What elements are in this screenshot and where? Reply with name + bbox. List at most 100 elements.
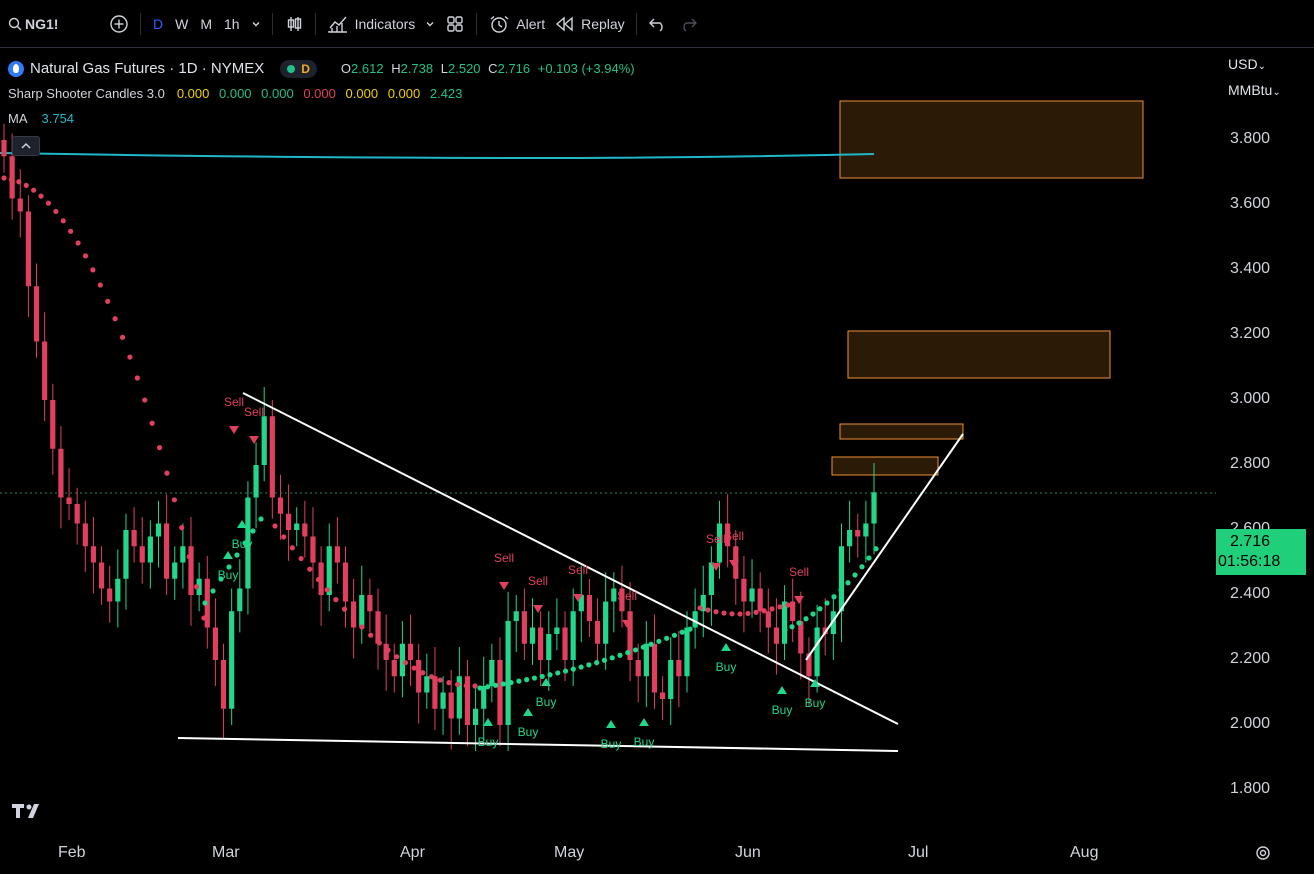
trend-dot [68, 228, 74, 234]
trend-dot [671, 632, 678, 638]
trend-dot [500, 681, 506, 687]
candle-body [269, 416, 275, 498]
trend-dot [350, 615, 356, 621]
indicator-value: 0.000 [345, 86, 379, 101]
zone-rectangle[interactable] [831, 456, 939, 476]
indicators-dropdown[interactable] [420, 7, 440, 41]
trend-dot [82, 253, 89, 259]
indicator-legend-row[interactable]: Sharp Shooter Candles 3.0 0.000 0.000 0.… [8, 81, 639, 106]
time-label: Mar [212, 844, 240, 861]
indicator-value: 0.000 [261, 86, 294, 101]
trend-dot [664, 635, 670, 641]
price-chart[interactable]: SellSellSellSellSellSellSellSellSellBuyB… [0, 48, 1216, 836]
indicator-values: 0.000 0.000 0.000 0.000 0.000 0.000 2.42… [165, 86, 463, 101]
sell-signal-label: Sell [617, 589, 637, 603]
candle-body [432, 676, 438, 709]
market-status-pill[interactable]: D [280, 59, 317, 78]
trend-dot [376, 640, 382, 646]
indicators-button[interactable]: Indicators [322, 7, 421, 41]
time-label: Feb [58, 844, 86, 861]
trend-dot [281, 534, 287, 540]
trend-dot [656, 638, 662, 644]
support-trend-line[interactable] [177, 737, 899, 752]
candle-body [594, 621, 601, 644]
alarm-clock-icon [490, 15, 509, 33]
candle-body [871, 492, 877, 524]
zone-rectangle[interactable] [839, 423, 964, 440]
timeframe-dropdown[interactable] [246, 7, 266, 41]
legend-title-row[interactable]: Natural Gas Futures · 1D · NYMEX D O2.61… [8, 56, 639, 81]
trend-dot [119, 334, 126, 340]
trend-dot [463, 683, 469, 689]
trend-dot [201, 615, 207, 621]
candle-body [342, 562, 349, 602]
timeframe-m[interactable]: M [194, 7, 218, 41]
layouts-button[interactable] [440, 7, 470, 41]
timeframe-1h[interactable]: 1h [218, 7, 246, 41]
low-key: L [440, 61, 448, 76]
alert-button[interactable]: Alert [483, 7, 550, 41]
candle-body [489, 660, 495, 686]
descending-trend-line[interactable] [242, 392, 899, 725]
tradingview-logo[interactable] [12, 802, 46, 825]
collapse-legend-button[interactable] [12, 136, 40, 156]
trend-dot [127, 354, 133, 360]
sell-signal-label: Sell [224, 395, 244, 409]
toolbar-divider [271, 12, 273, 35]
trend-dot [324, 587, 330, 593]
ma-line[interactable] [0, 152, 875, 160]
ma-name: MA [8, 111, 28, 126]
time-label: May [554, 844, 585, 861]
chart-settings-button[interactable] [1254, 844, 1272, 867]
price-tick: 2.400 [1230, 585, 1271, 602]
candle-body [139, 546, 145, 563]
trend-dot [687, 626, 693, 632]
time-axis[interactable]: Feb Mar Apr May Jun Jul Aug [0, 836, 1216, 874]
currency-label: USD [1228, 56, 1258, 72]
redo-button[interactable] [673, 7, 703, 41]
gear-icon [1256, 846, 1270, 860]
trend-dot [705, 607, 711, 613]
candle-body [188, 546, 194, 595]
trend-dot [570, 666, 576, 672]
candle-body [773, 627, 780, 644]
price-tick: 3.000 [1230, 390, 1271, 407]
candle-body [586, 595, 593, 621]
trend-dot [679, 629, 685, 635]
currency-selector[interactable]: USD⌄ [1228, 56, 1266, 72]
candle-body [448, 692, 454, 719]
trend-dot [75, 240, 81, 246]
trend-dot [359, 624, 365, 630]
trend-dot [562, 668, 569, 674]
candle-body [74, 504, 80, 524]
timeframe-w[interactable]: W [169, 7, 194, 41]
trend-dot [492, 682, 499, 688]
symbol-search-button[interactable]: NG1! [0, 7, 104, 41]
candle-body [635, 660, 641, 677]
candle-body [334, 546, 340, 563]
ma-legend-row[interactable]: MA 3.754 [8, 106, 639, 131]
open-key: O [340, 61, 352, 76]
replay-label: Replay [581, 15, 625, 32]
candle-body [651, 643, 658, 693]
trend-dot [729, 611, 735, 617]
zone-rectangle[interactable] [839, 100, 1144, 179]
top-toolbar: NG1! D W M 1h Indicators Alert Replay [0, 0, 1314, 48]
high-key: H [391, 61, 401, 76]
buy-signal-label: Buy [218, 568, 239, 582]
chart-type-button[interactable] [279, 7, 309, 41]
replay-button[interactable]: Replay [550, 7, 630, 41]
candle-body [708, 562, 714, 595]
trend-dot [186, 554, 192, 560]
undo-button[interactable] [643, 7, 673, 41]
trend-dot [60, 218, 66, 224]
candle-body [659, 692, 666, 699]
candles-icon [287, 16, 301, 31]
unit-selector[interactable]: MMBtu⌄ [1228, 82, 1281, 98]
compare-symbol-button[interactable] [104, 7, 134, 41]
timeframe-d[interactable]: D [147, 7, 169, 41]
candle-body [66, 497, 72, 504]
chart-pane[interactable]: Sell Sell Sell Sell Sell Sell Sell Sell Sell Buy B… [0, 48, 1314, 874]
price-axis[interactable]: USD⌄ MMBtu⌄ 3.800 3.600 3.400 3.200 3.00… [1216, 48, 1314, 830]
zone-rectangle[interactable] [847, 330, 1111, 379]
